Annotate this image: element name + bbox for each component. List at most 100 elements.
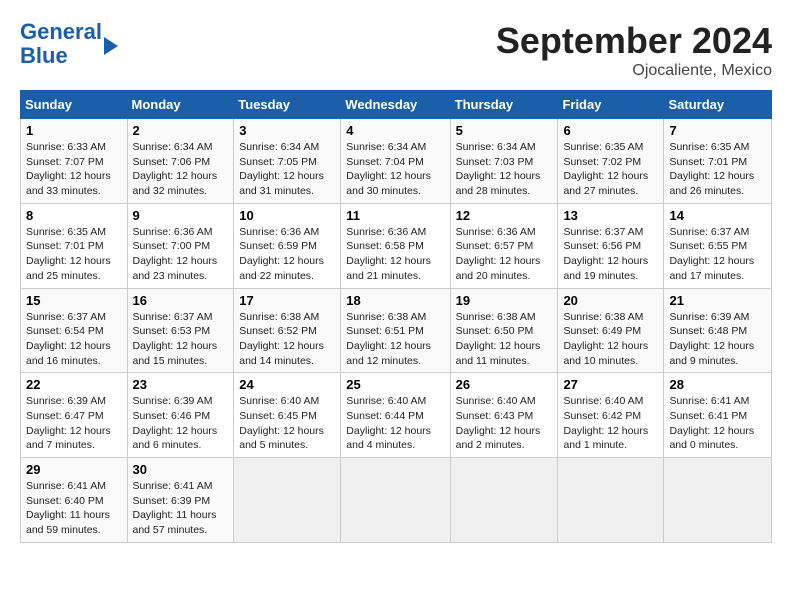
title-block: September 2024 Ojocaliente, Mexico [496,20,772,80]
header-thursday: Thursday [450,91,558,119]
day-info: Sunrise: 6:36 AMSunset: 7:00 PMDaylight:… [133,225,229,284]
day-info: Sunrise: 6:38 AMSunset: 6:51 PMDaylight:… [346,310,444,369]
day-info: Sunrise: 6:34 AMSunset: 7:05 PMDaylight:… [239,140,335,199]
calendar-week-row: 15 Sunrise: 6:37 AMSunset: 6:54 PMDaylig… [21,288,772,373]
header-friday: Friday [558,91,664,119]
logo: GeneralBlue [20,20,118,68]
day-number: 24 [239,377,335,392]
day-number: 15 [26,293,122,308]
table-row [664,458,772,543]
day-info: Sunrise: 6:36 AMSunset: 6:58 PMDaylight:… [346,225,444,284]
day-number: 19 [456,293,553,308]
day-info: Sunrise: 6:39 AMSunset: 6:47 PMDaylight:… [26,394,122,453]
header-wednesday: Wednesday [341,91,450,119]
day-info: Sunrise: 6:40 AMSunset: 6:44 PMDaylight:… [346,394,444,453]
calendar-week-row: 29 Sunrise: 6:41 AMSunset: 6:40 PMDaylig… [21,458,772,543]
day-info: Sunrise: 6:34 AMSunset: 7:03 PMDaylight:… [456,140,553,199]
day-info: Sunrise: 6:39 AMSunset: 6:46 PMDaylight:… [133,394,229,453]
day-info: Sunrise: 6:37 AMSunset: 6:55 PMDaylight:… [669,225,766,284]
table-row: 16 Sunrise: 6:37 AMSunset: 6:53 PMDaylig… [127,288,234,373]
day-number: 22 [26,377,122,392]
day-info: Sunrise: 6:38 AMSunset: 6:49 PMDaylight:… [563,310,658,369]
header-saturday: Saturday [664,91,772,119]
day-number: 18 [346,293,444,308]
day-number: 8 [26,208,122,223]
day-info: Sunrise: 6:37 AMSunset: 6:53 PMDaylight:… [133,310,229,369]
calendar-week-row: 8 Sunrise: 6:35 AMSunset: 7:01 PMDayligh… [21,203,772,288]
day-info: Sunrise: 6:34 AMSunset: 7:04 PMDaylight:… [346,140,444,199]
calendar-week-row: 1 Sunrise: 6:33 AMSunset: 7:07 PMDayligh… [21,119,772,204]
table-row: 2 Sunrise: 6:34 AMSunset: 7:06 PMDayligh… [127,119,234,204]
day-number: 29 [26,462,122,477]
day-info: Sunrise: 6:33 AMSunset: 7:07 PMDaylight:… [26,140,122,199]
day-number: 25 [346,377,444,392]
table-row: 12 Sunrise: 6:36 AMSunset: 6:57 PMDaylig… [450,203,558,288]
calendar-header-row: Sunday Monday Tuesday Wednesday Thursday… [21,91,772,119]
table-row: 10 Sunrise: 6:36 AMSunset: 6:59 PMDaylig… [234,203,341,288]
day-info: Sunrise: 6:41 AMSunset: 6:40 PMDaylight:… [26,479,122,538]
table-row: 9 Sunrise: 6:36 AMSunset: 7:00 PMDayligh… [127,203,234,288]
day-number: 27 [563,377,658,392]
day-number: 17 [239,293,335,308]
day-number: 28 [669,377,766,392]
day-info: Sunrise: 6:36 AMSunset: 6:59 PMDaylight:… [239,225,335,284]
table-row [341,458,450,543]
table-row: 3 Sunrise: 6:34 AMSunset: 7:05 PMDayligh… [234,119,341,204]
day-info: Sunrise: 6:37 AMSunset: 6:56 PMDaylight:… [563,225,658,284]
page-header: GeneralBlue September 2024 Ojocaliente, … [20,20,772,80]
day-number: 16 [133,293,229,308]
table-row: 27 Sunrise: 6:40 AMSunset: 6:42 PMDaylig… [558,373,664,458]
day-number: 9 [133,208,229,223]
table-row: 23 Sunrise: 6:39 AMSunset: 6:46 PMDaylig… [127,373,234,458]
table-row: 25 Sunrise: 6:40 AMSunset: 6:44 PMDaylig… [341,373,450,458]
table-row: 13 Sunrise: 6:37 AMSunset: 6:56 PMDaylig… [558,203,664,288]
day-number: 11 [346,208,444,223]
day-info: Sunrise: 6:41 AMSunset: 6:41 PMDaylight:… [669,394,766,453]
day-info: Sunrise: 6:35 AMSunset: 7:01 PMDaylight:… [669,140,766,199]
day-number: 14 [669,208,766,223]
day-number: 4 [346,123,444,138]
day-number: 21 [669,293,766,308]
day-info: Sunrise: 6:40 AMSunset: 6:45 PMDaylight:… [239,394,335,453]
table-row: 17 Sunrise: 6:38 AMSunset: 6:52 PMDaylig… [234,288,341,373]
location-subtitle: Ojocaliente, Mexico [496,62,772,80]
day-number: 5 [456,123,553,138]
day-number: 12 [456,208,553,223]
day-info: Sunrise: 6:38 AMSunset: 6:50 PMDaylight:… [456,310,553,369]
day-number: 7 [669,123,766,138]
table-row: 11 Sunrise: 6:36 AMSunset: 6:58 PMDaylig… [341,203,450,288]
table-row: 14 Sunrise: 6:37 AMSunset: 6:55 PMDaylig… [664,203,772,288]
day-info: Sunrise: 6:35 AMSunset: 7:02 PMDaylight:… [563,140,658,199]
table-row: 8 Sunrise: 6:35 AMSunset: 7:01 PMDayligh… [21,203,128,288]
day-info: Sunrise: 6:37 AMSunset: 6:54 PMDaylight:… [26,310,122,369]
table-row: 22 Sunrise: 6:39 AMSunset: 6:47 PMDaylig… [21,373,128,458]
table-row: 15 Sunrise: 6:37 AMSunset: 6:54 PMDaylig… [21,288,128,373]
logo-arrow-icon [104,37,118,55]
day-info: Sunrise: 6:38 AMSunset: 6:52 PMDaylight:… [239,310,335,369]
day-number: 13 [563,208,658,223]
day-number: 2 [133,123,229,138]
day-info: Sunrise: 6:40 AMSunset: 6:43 PMDaylight:… [456,394,553,453]
calendar-table: Sunday Monday Tuesday Wednesday Thursday… [20,90,772,543]
day-number: 6 [563,123,658,138]
table-row: 26 Sunrise: 6:40 AMSunset: 6:43 PMDaylig… [450,373,558,458]
table-row: 21 Sunrise: 6:39 AMSunset: 6:48 PMDaylig… [664,288,772,373]
table-row: 30 Sunrise: 6:41 AMSunset: 6:39 PMDaylig… [127,458,234,543]
day-number: 10 [239,208,335,223]
day-info: Sunrise: 6:36 AMSunset: 6:57 PMDaylight:… [456,225,553,284]
table-row [450,458,558,543]
header-tuesday: Tuesday [234,91,341,119]
day-info: Sunrise: 6:40 AMSunset: 6:42 PMDaylight:… [563,394,658,453]
day-info: Sunrise: 6:41 AMSunset: 6:39 PMDaylight:… [133,479,229,538]
table-row: 5 Sunrise: 6:34 AMSunset: 7:03 PMDayligh… [450,119,558,204]
day-number: 1 [26,123,122,138]
table-row: 19 Sunrise: 6:38 AMSunset: 6:50 PMDaylig… [450,288,558,373]
day-number: 30 [133,462,229,477]
table-row: 1 Sunrise: 6:33 AMSunset: 7:07 PMDayligh… [21,119,128,204]
day-info: Sunrise: 6:39 AMSunset: 6:48 PMDaylight:… [669,310,766,369]
table-row: 18 Sunrise: 6:38 AMSunset: 6:51 PMDaylig… [341,288,450,373]
logo-text: GeneralBlue [20,20,102,68]
table-row [234,458,341,543]
table-row [558,458,664,543]
table-row: 6 Sunrise: 6:35 AMSunset: 7:02 PMDayligh… [558,119,664,204]
